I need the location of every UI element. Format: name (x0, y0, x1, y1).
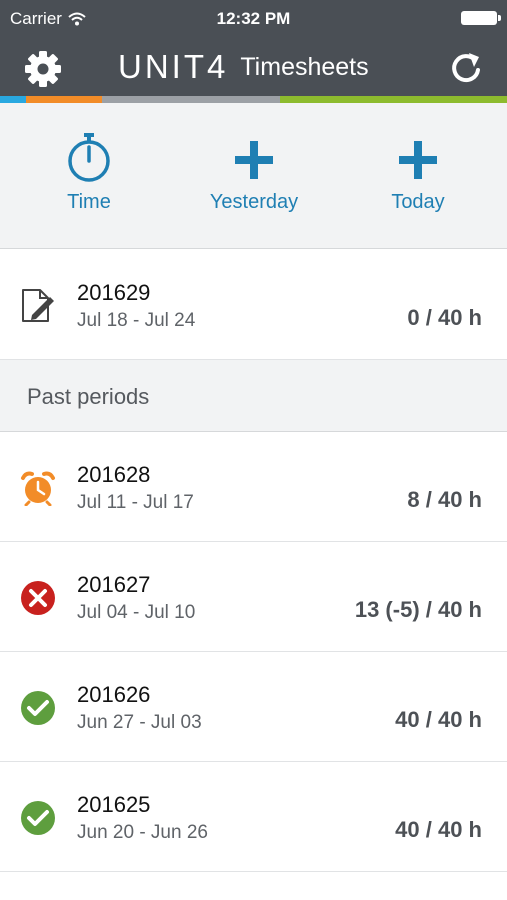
period-hours: 8 / 40 h (407, 487, 482, 512)
past-period-row[interactable]: 201625 Jun 20 - Jun 26 40 / 40 h (0, 762, 507, 872)
strip-segment-grey (102, 96, 280, 103)
app-title: Timesheets (240, 52, 369, 81)
alarm-clock-icon (21, 471, 55, 506)
past-period-row[interactable]: 201627 Jul 04 - Jul 10 13 (-5) / 40 h (0, 542, 507, 652)
past-period-row[interactable]: 201628 Jul 11 - Jul 17 8 / 40 h (0, 432, 507, 542)
app-header: Carrier 12:32 PM UNIT4 Timesheets (0, 0, 507, 96)
unit4-logo: UNIT4 (118, 48, 229, 85)
refresh-button[interactable] (445, 48, 487, 90)
edit-document-icon (22, 289, 54, 322)
period-code: 201628 (77, 462, 151, 487)
period-hours: 40 / 40 h (395, 817, 482, 842)
approved-icon (21, 691, 55, 725)
refresh-icon (452, 53, 480, 83)
section-title: Past periods (27, 384, 150, 409)
strip-segment-blue (0, 96, 26, 103)
period-dates: Jul 18 - Jul 24 (77, 310, 196, 331)
plus-icon (235, 141, 273, 179)
approved-icon (21, 801, 55, 835)
today-action-button[interactable]: Today (358, 131, 478, 214)
strip-segment-orange (26, 96, 102, 103)
brand: UNIT4 Timesheets (118, 48, 369, 86)
period-code: 201629 (77, 280, 151, 305)
period-hours: 13 (-5) / 40 h (354, 597, 482, 622)
period-hours: 0 / 40 h (407, 305, 482, 330)
period-code: 201627 (77, 572, 151, 597)
nav-bar: UNIT4 Timesheets (0, 40, 507, 96)
yesterday-action-label: Yesterday (209, 191, 299, 213)
period-dates: Jun 27 - Jul 03 (77, 712, 202, 733)
time-action-label: Time (67, 191, 111, 213)
yesterday-action-button[interactable]: Yesterday (194, 131, 314, 214)
period-code: 201625 (77, 792, 151, 817)
time-action-button[interactable]: Time (29, 131, 149, 214)
plus-icon (399, 141, 437, 179)
status-bar: Carrier 12:32 PM (0, 0, 507, 36)
rejected-icon (21, 581, 55, 615)
period-code: 201626 (77, 682, 151, 707)
settings-button[interactable] (22, 48, 64, 90)
past-periods-header: Past periods (0, 360, 507, 432)
current-period-row[interactable]: 201629 Jul 18 - Jul 24 0 / 40 h (0, 250, 507, 360)
period-hours: 40 / 40 h (395, 707, 482, 732)
today-action-label: Today (391, 191, 445, 213)
period-dates: Jun 20 - Jun 26 (77, 822, 208, 843)
stopwatch-icon (68, 133, 110, 182)
status-time: 12:32 PM (216, 9, 291, 28)
period-dates: Jul 04 - Jul 10 (77, 602, 196, 623)
strip-segment-green (280, 96, 507, 103)
battery-icon (461, 11, 501, 25)
brand-color-strip (0, 96, 507, 103)
period-dates: Jul 11 - Jul 17 (77, 492, 194, 513)
quick-actions-bar: Time Yesterday Today (0, 103, 507, 249)
gear-icon (25, 51, 61, 87)
past-period-row[interactable]: 201626 Jun 27 - Jul 03 40 / 40 h (0, 652, 507, 762)
